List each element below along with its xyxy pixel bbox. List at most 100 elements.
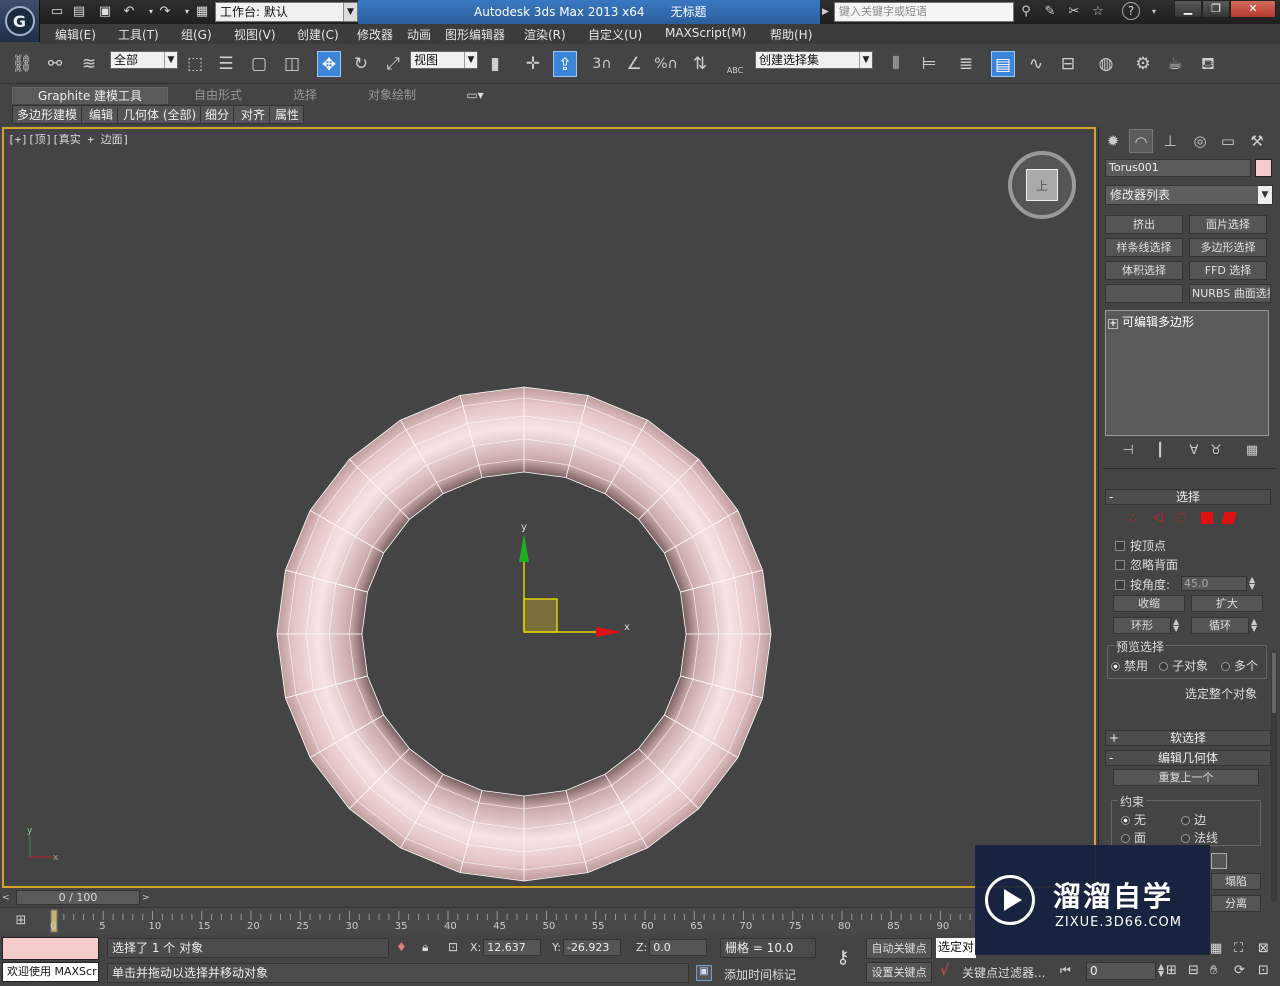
- gizmo-xy-plane[interactable]: [523, 598, 558, 633]
- material-editor-icon[interactable]: ◍: [1094, 51, 1118, 77]
- track-bar[interactable]: ⊞ 0 5 10 15 20 25 30 35 40 45 50 55 60 65 70 75 80 85 90: [0, 907, 975, 935]
- spline-select-button[interactable]: 样条线选择: [1105, 238, 1183, 257]
- constraint-edge-radio[interactable]: 边: [1181, 811, 1206, 828]
- time-tag-icon[interactable]: ▣: [696, 965, 712, 981]
- select-and-rotate-icon[interactable]: ↻: [349, 51, 373, 77]
- menu-edit[interactable]: 编辑(E): [55, 26, 96, 43]
- rendered-frame-window-icon[interactable]: ☕: [1163, 51, 1187, 77]
- viewport-label[interactable]: [+][顶][真实 + 边面]: [8, 131, 129, 147]
- menu-help[interactable]: 帮助(H): [770, 26, 812, 43]
- ring-spinner-icon[interactable]: ▲ ▼: [1173, 618, 1179, 633]
- curve-editor-icon[interactable]: ∿: [1024, 51, 1048, 77]
- edit-geometry-rollout-header[interactable]: - 编辑几何体: [1105, 750, 1271, 766]
- viewcube[interactable]: 上: [1008, 151, 1076, 219]
- graphite-toggle-icon[interactable]: ▤: [991, 51, 1015, 77]
- constraint-face-radio[interactable]: 面: [1121, 829, 1146, 846]
- bind-spacewarp-icon[interactable]: ≋: [77, 51, 101, 77]
- align-icon[interactable]: ⊨: [917, 51, 941, 77]
- menu-group[interactable]: 组(G): [181, 26, 212, 43]
- grow-button[interactable]: 扩大: [1191, 595, 1263, 612]
- border-mode-icon[interactable]: ◌: [1175, 510, 1186, 525]
- infocenter-search-input[interactable]: 键入关键字或短语: [834, 2, 1014, 22]
- hierarchy-tab-icon[interactable]: ⊥: [1158, 129, 1182, 153]
- menu-graph-editors[interactable]: 图形编辑器: [445, 26, 505, 43]
- select-and-manipulate-icon[interactable]: ✛: [521, 51, 545, 77]
- show-end-result-icon[interactable]: ┃: [1151, 443, 1169, 461]
- reference-coordinate-select[interactable]: 视图 ▼: [410, 51, 478, 69]
- stack-item-editable-poly[interactable]: + 可编辑多边形: [1108, 313, 1194, 330]
- y-value[interactable]: -26.923: [562, 939, 621, 956]
- panel-properties[interactable]: 属性: [271, 107, 303, 123]
- open-file-icon[interactable]: ▤: [70, 3, 88, 20]
- ffd-select-button[interactable]: FFD 选择: [1189, 261, 1267, 280]
- y-coordinate-field[interactable]: Y: -26.923: [552, 939, 621, 956]
- render-production-icon[interactable]: ⛾: [1196, 51, 1220, 77]
- element-mode-icon[interactable]: [1221, 512, 1237, 524]
- select-object-icon[interactable]: ⬚: [183, 51, 207, 77]
- next-arrow-icon[interactable]: >: [142, 890, 154, 906]
- panel-subdivision[interactable]: 细分: [201, 107, 235, 123]
- workspace-select[interactable]: 工作台: 默认 ▼: [215, 2, 358, 22]
- help-dropdown-icon[interactable]: ▾: [1144, 3, 1164, 21]
- scrollbar-thumb[interactable]: [1272, 653, 1276, 713]
- time-config-icon[interactable]: ⏮: [1060, 963, 1071, 978]
- z-coordinate-field[interactable]: Z: 0.0: [636, 939, 708, 956]
- percent-snap-icon[interactable]: %∩: [654, 51, 678, 77]
- configure-modifier-sets-icon[interactable]: ▦: [1243, 443, 1261, 461]
- layer-manager-icon[interactable]: ≣: [954, 51, 978, 77]
- z-value[interactable]: 0.0: [649, 939, 708, 956]
- tab-selection[interactable]: 选择: [270, 87, 340, 104]
- save-icon[interactable]: ▣: [96, 3, 114, 20]
- pin-stack-icon[interactable]: ⊣: [1119, 443, 1137, 461]
- viewport-config-icon[interactable]: ⊡: [1258, 963, 1269, 978]
- field-of-view-icon[interactable]: ⊠: [1258, 941, 1269, 956]
- edge-mode-icon[interactable]: ◁: [1153, 510, 1163, 525]
- by-angle-checkbox[interactable]: 按角度:: [1115, 576, 1170, 593]
- create-tab-icon[interactable]: ✹: [1101, 129, 1125, 153]
- set-key-button[interactable]: 设置关键点: [866, 962, 932, 983]
- edit-named-selection-icon[interactable]: ABC: [723, 51, 747, 77]
- zoom-extents-all-icon[interactable]: ▦: [1210, 941, 1222, 956]
- set-key-icon[interactable]: ⚷: [826, 947, 860, 975]
- link-icon[interactable]: ⛓: [10, 51, 34, 77]
- selection-lock-icon[interactable]: 🔒︎: [422, 940, 428, 955]
- render-setup-icon[interactable]: ⚙: [1131, 51, 1155, 77]
- named-selection-sets-select[interactable]: 创建选择集 ▼: [755, 51, 873, 69]
- maximize-viewport-icon[interactable]: ⛶: [1234, 941, 1243, 956]
- frame-spinner-icon[interactable]: ▲ ▼: [1158, 963, 1164, 978]
- absolute-mode-icon[interactable]: ⊡: [448, 940, 458, 954]
- snaps-toggle-icon[interactable]: 3∩: [590, 51, 614, 77]
- mini-curve-editor-icon[interactable]: ⊞: [10, 913, 32, 931]
- vertex-mode-icon[interactable]: ∴: [1129, 511, 1137, 526]
- time-slider-thumb[interactable]: 0 / 100: [16, 890, 140, 905]
- new-file-icon[interactable]: ▭: [48, 3, 66, 20]
- maxscript-mini-listener[interactable]: 欢迎使用 MAXScr: [2, 962, 99, 982]
- panel-edit[interactable]: 编辑: [85, 107, 119, 123]
- restore-button[interactable]: ❐: [1202, 0, 1230, 18]
- ignore-backfacing-checkbox[interactable]: 忽略背面: [1115, 556, 1178, 573]
- help-icon[interactable]: ?: [1122, 2, 1140, 20]
- constraint-normal-radio[interactable]: 法线: [1181, 829, 1218, 846]
- poly-select-button[interactable]: 多边形选择: [1189, 238, 1267, 257]
- angle-snap-icon[interactable]: ∠: [622, 51, 646, 77]
- key-mode-select[interactable]: 选定对: [936, 938, 976, 958]
- menu-modifiers[interactable]: 修改器: [357, 26, 393, 43]
- nurbs-surface-select-button[interactable]: NURBS 曲面选择: [1189, 284, 1271, 303]
- modifier-list-select[interactable]: 修改器列表 ▼: [1105, 185, 1273, 205]
- polygon-mode-icon[interactable]: [1201, 512, 1213, 524]
- loop-spinner-icon[interactable]: ▲ ▼: [1251, 618, 1257, 633]
- menu-customize[interactable]: 自定义(U): [588, 26, 642, 43]
- preserve-uvs-settings-icon[interactable]: [1211, 853, 1227, 869]
- spinner-snap-icon[interactable]: ⇅: [688, 51, 712, 77]
- modify-tab-icon[interactable]: ◠: [1129, 129, 1153, 153]
- prev-arrow-icon[interactable]: <: [2, 890, 14, 906]
- preview-subobject-radio[interactable]: 子对象: [1159, 657, 1208, 674]
- make-unique-icon[interactable]: ∀: [1185, 443, 1203, 461]
- select-and-scale-icon[interactable]: ⤢: [381, 51, 405, 77]
- select-and-move-icon[interactable]: ✥: [317, 51, 341, 77]
- spinner-arrows-icon[interactable]: ▲ ▼: [1249, 576, 1255, 591]
- x-coordinate-field[interactable]: X: 12.637: [470, 939, 542, 956]
- display-tab-icon[interactable]: ▭: [1216, 129, 1240, 153]
- empty-modifier-button[interactable]: [1105, 284, 1183, 303]
- gizmo-y-arrow-icon[interactable]: [519, 534, 529, 562]
